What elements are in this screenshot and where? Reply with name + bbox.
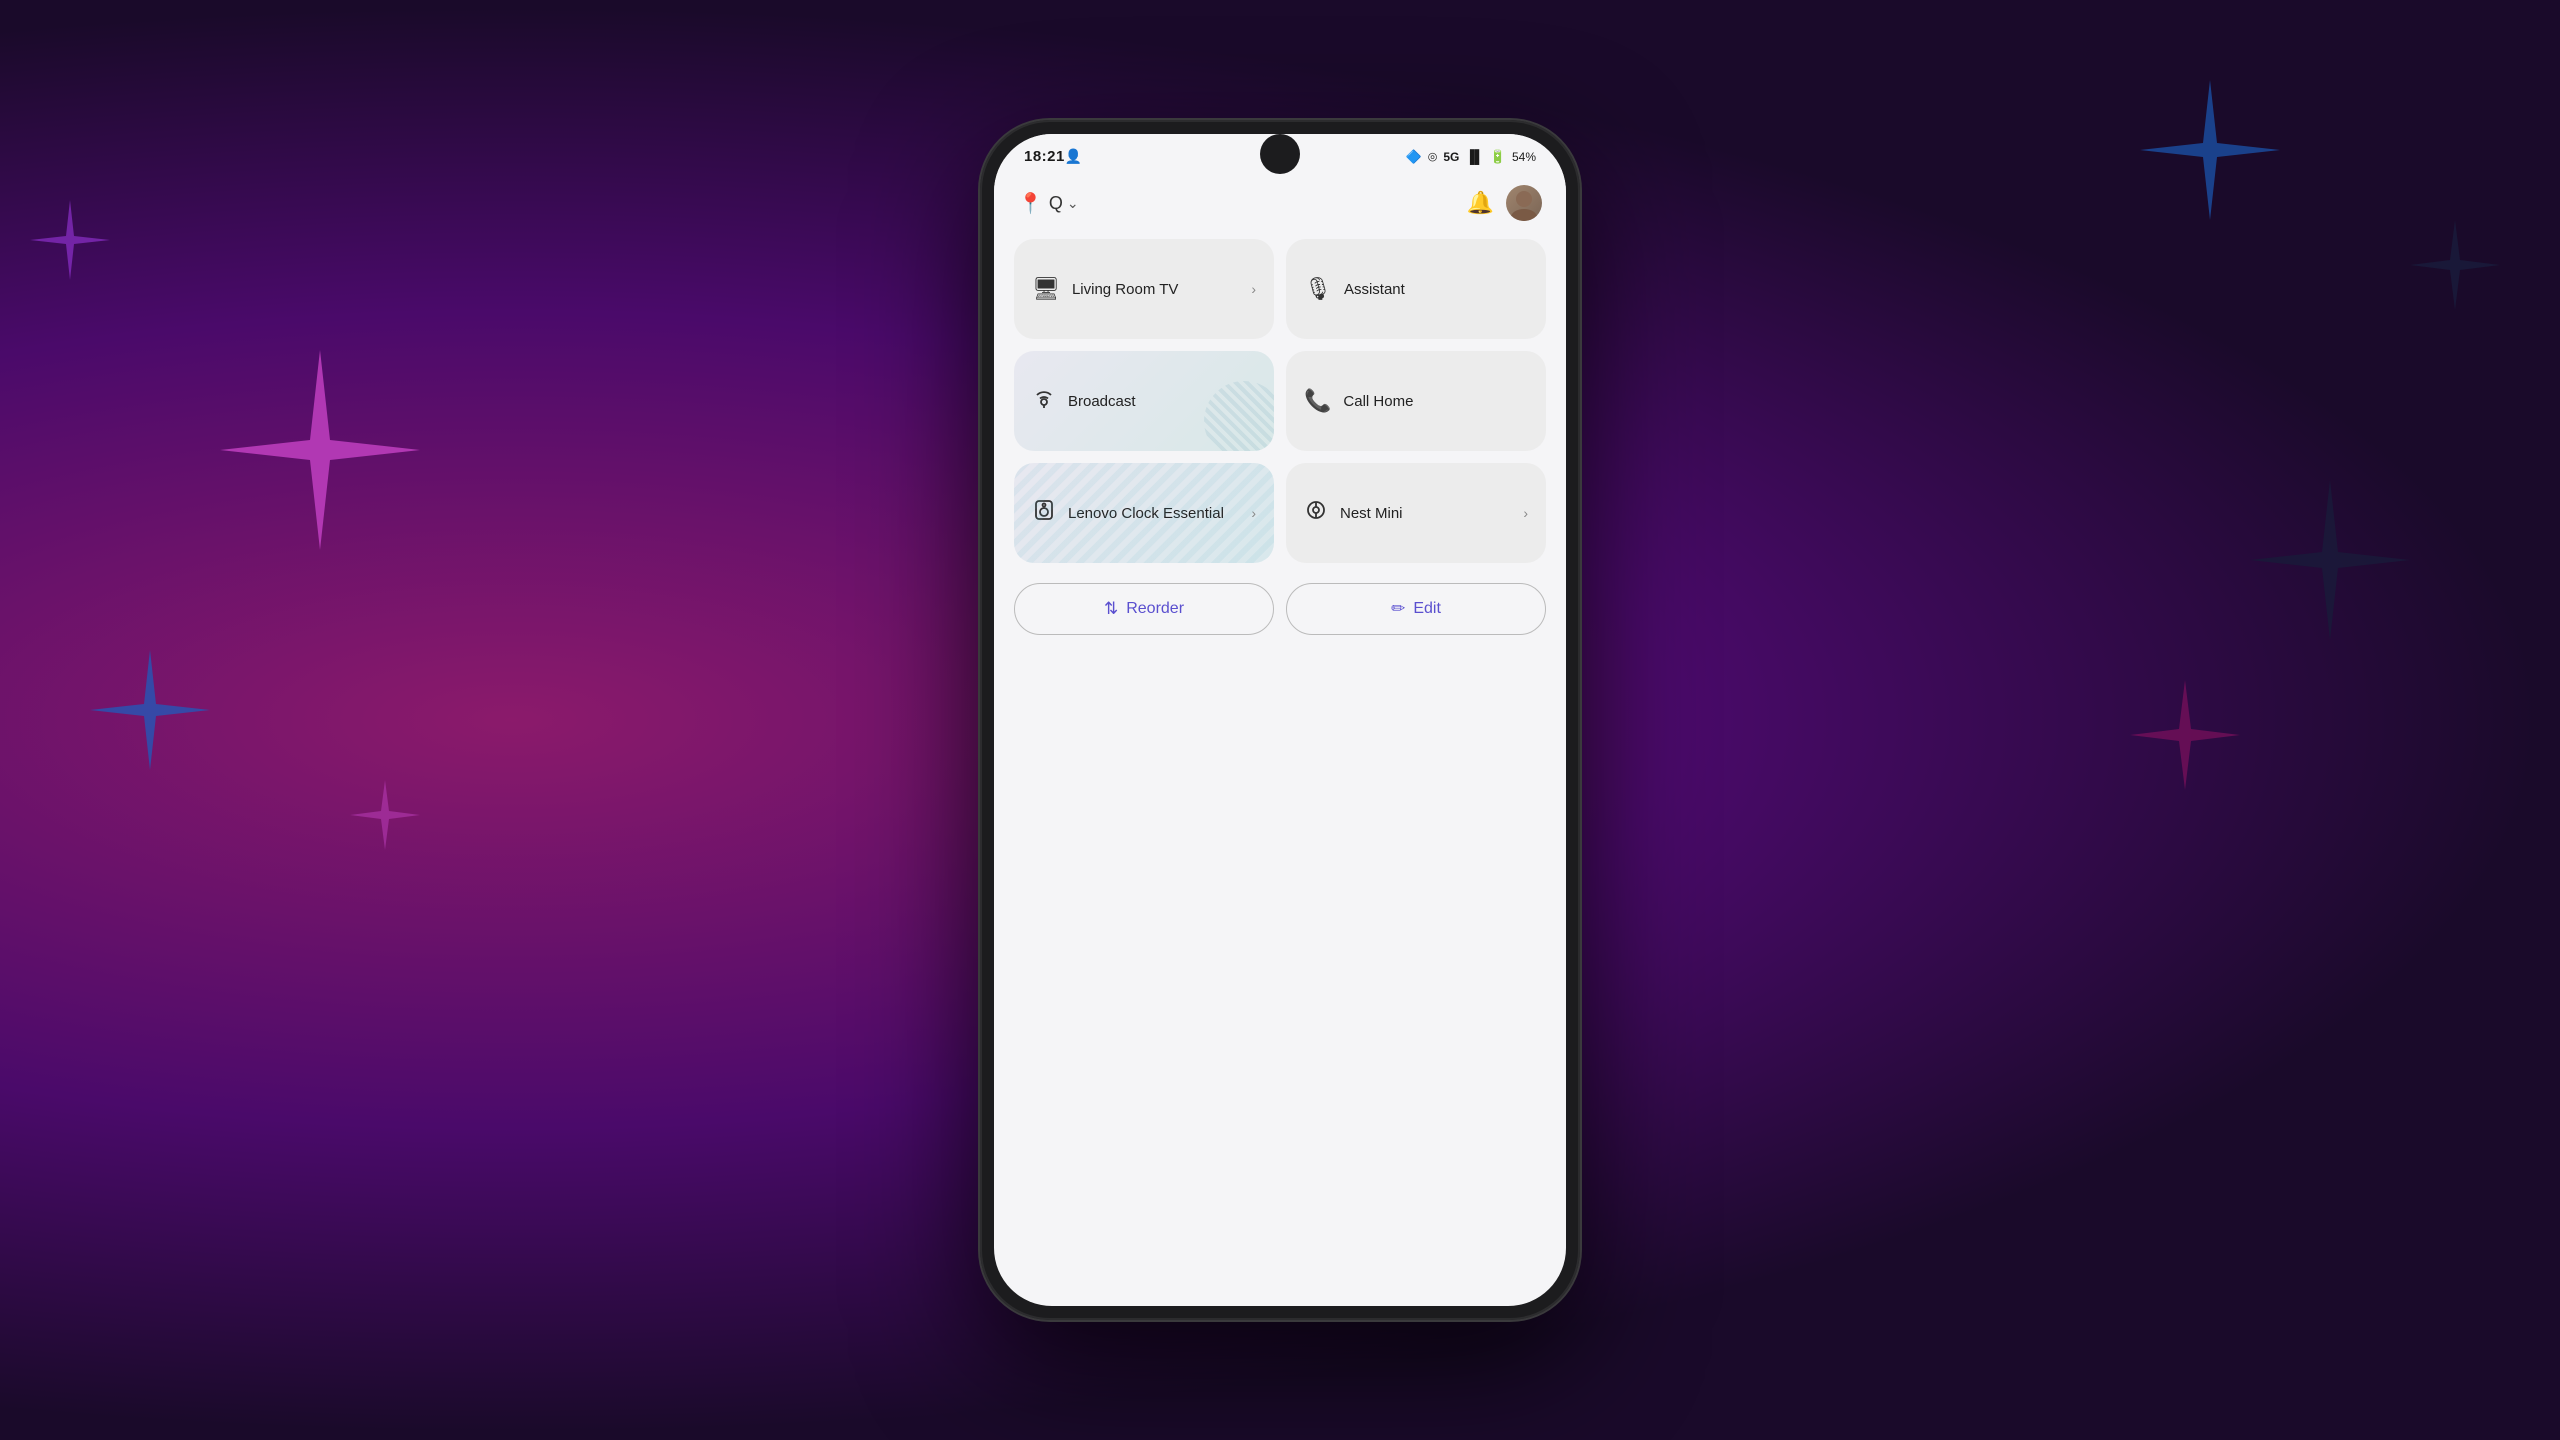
edit-label: Edit [1413, 600, 1441, 618]
smart-speaker-icon [1304, 498, 1328, 528]
reorder-button[interactable]: ⇅ Reorder [1014, 583, 1274, 635]
signal-bars: ▐▌ [1465, 149, 1483, 164]
location-pin-icon: 📍 [1018, 191, 1043, 216]
sparkle-6 [2250, 480, 2410, 640]
nest-mini-card[interactable]: Nest Mini › [1286, 463, 1546, 563]
grid-row-1: 🖥 Living Room TV › 🎙 Assistant [1014, 239, 1546, 339]
phone-icon: 📞 [1304, 388, 1331, 414]
battery-icon: 🔋 [1490, 149, 1506, 165]
bell-icon[interactable]: 🔔 [1467, 190, 1494, 216]
avatar[interactable] [1506, 185, 1542, 221]
assistant-label: Assistant [1344, 281, 1528, 298]
bottom-buttons: ⇅ Reorder ✏ Edit [994, 579, 1566, 635]
assistant-card[interactable]: 🎙 Assistant [1286, 239, 1546, 339]
phone-screen: 18:21 👤 🔷 ◎ 5G ▐▌ 🔋 54% 📍 Q [994, 134, 1566, 1306]
home-label[interactable]: Q ⌄ [1049, 193, 1079, 214]
phone-body: 18:21 👤 🔷 ◎ 5G ▐▌ 🔋 54% 📍 Q [980, 120, 1580, 1320]
status-time: 18:21 [1024, 148, 1065, 165]
header-right: 🔔 [1467, 185, 1542, 221]
lenovo-clock-card[interactable]: Lenovo Clock Essential › [1014, 463, 1274, 563]
status-icons: 🔷 ◎ 5G ▐▌ 🔋 54% [1406, 149, 1536, 165]
chevron-right-icon: › [1251, 281, 1256, 297]
edit-button[interactable]: ✏ Edit [1286, 583, 1546, 635]
sparkle-7 [2130, 680, 2240, 790]
broadcast-label: Broadcast [1068, 393, 1256, 410]
grid-row-2: Broadcast 📞 Call Home [1014, 351, 1546, 451]
camera-notch [1260, 134, 1300, 174]
call-home-card[interactable]: 📞 Call Home [1286, 351, 1546, 451]
location-dot: ◎ [1428, 150, 1438, 163]
living-room-tv-card[interactable]: 🖥 Living Room TV › [1014, 239, 1274, 339]
sparkle-3 [90, 650, 210, 770]
speaker-icon [1032, 498, 1056, 528]
mic-icon: 🎙 [1304, 276, 1332, 302]
sparkle-8 [350, 780, 420, 850]
chevron-right-icon-2: › [1251, 505, 1256, 521]
bluetooth-icon: 🔷 [1406, 149, 1422, 165]
sparkle-2 [220, 350, 420, 550]
reorder-label: Reorder [1126, 600, 1184, 618]
edit-icon: ✏ [1391, 599, 1405, 619]
chevron-right-icon-3: › [1523, 505, 1528, 521]
sparkle-5 [2410, 220, 2500, 310]
reorder-icon: ⇅ [1104, 599, 1118, 619]
signal-label: 5G [1443, 150, 1459, 164]
home-label-text: Q [1049, 193, 1063, 214]
sparkle-4 [2140, 80, 2280, 220]
broadcast-icon [1032, 386, 1056, 416]
nest-mini-label: Nest Mini [1340, 505, 1511, 522]
sparkle-1 [30, 200, 110, 280]
call-home-label: Call Home [1343, 393, 1528, 410]
app-header: 📍 Q ⌄ 🔔 [994, 173, 1566, 231]
status-user-icon: 👤 [1065, 148, 1082, 165]
lenovo-clock-label: Lenovo Clock Essential [1068, 505, 1239, 522]
device-grid: 🖥 Living Room TV › 🎙 Assistant [994, 231, 1566, 579]
broadcast-card[interactable]: Broadcast [1014, 351, 1274, 451]
tv-icon: 🖥 [1032, 276, 1060, 302]
chevron-down-icon: ⌄ [1067, 195, 1079, 212]
header-left[interactable]: 📍 Q ⌄ [1018, 191, 1079, 216]
grid-row-3: Lenovo Clock Essential › Nest [1014, 463, 1546, 563]
phone-container: 18:21 👤 🔷 ◎ 5G ▐▌ 🔋 54% 📍 Q [980, 120, 1580, 1320]
living-room-tv-label: Living Room TV [1072, 281, 1239, 298]
battery-level: 54% [1512, 150, 1536, 164]
